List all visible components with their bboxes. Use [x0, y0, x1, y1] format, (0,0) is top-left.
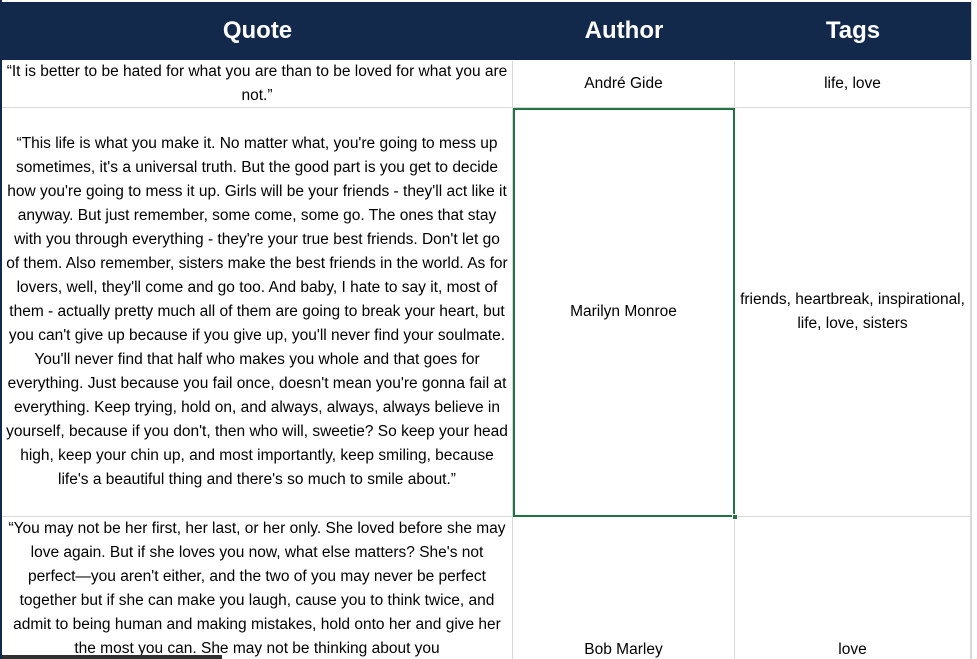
table-row-3-tags-cell[interactable]: love: [735, 517, 971, 659]
table-row-2-quote-cell[interactable]: “This life is what you make it. No matte…: [2, 108, 513, 517]
quote-text: “This life is what you make it. No matte…: [6, 135, 508, 488]
table-row-1-tags-cell[interactable]: life, love: [735, 61, 971, 108]
table-row-2-author-cell-selected[interactable]: Marilyn Monroe: [513, 108, 735, 517]
author-text: André Gide: [584, 75, 663, 92]
tags-text: friends, heartbreak, inspirational, life…: [740, 291, 965, 332]
column-header-quote-label: Quote: [222, 17, 293, 44]
right-gutter: [971, 0, 977, 659]
author-text: Marilyn Monroe: [570, 303, 677, 320]
column-header-quote[interactable]: Quote: [2, 2, 513, 60]
author-text: Bob Marley: [584, 641, 663, 658]
spreadsheet: Quote Author Tags “It is better to be ha…: [0, 0, 977, 659]
quote-text: “You may not be her first, her last, or …: [8, 520, 506, 657]
table-row-3-quote-cell[interactable]: “You may not be her first, her last, or …: [2, 517, 513, 659]
column-header-author-label: Author: [584, 17, 664, 44]
table-row-2-tags-cell[interactable]: friends, heartbreak, inspirational, life…: [735, 108, 971, 517]
selection-fill-handle[interactable]: [732, 514, 738, 520]
table-row-1-quote-cell[interactable]: “It is better to be hated for what you a…: [2, 61, 513, 108]
column-header-author[interactable]: Author: [513, 2, 735, 60]
horizontal-scrollbar[interactable]: [2, 655, 222, 659]
quote-text: “It is better to be hated for what you a…: [6, 63, 508, 104]
table-row-3-author-cell[interactable]: Bob Marley: [513, 517, 735, 659]
column-header-tags-label: Tags: [825, 17, 881, 44]
tags-text: love: [838, 641, 867, 658]
tags-text: life, love: [824, 75, 881, 92]
column-header-tags[interactable]: Tags: [735, 2, 971, 60]
table-row-1-author-cell[interactable]: André Gide: [513, 61, 735, 108]
